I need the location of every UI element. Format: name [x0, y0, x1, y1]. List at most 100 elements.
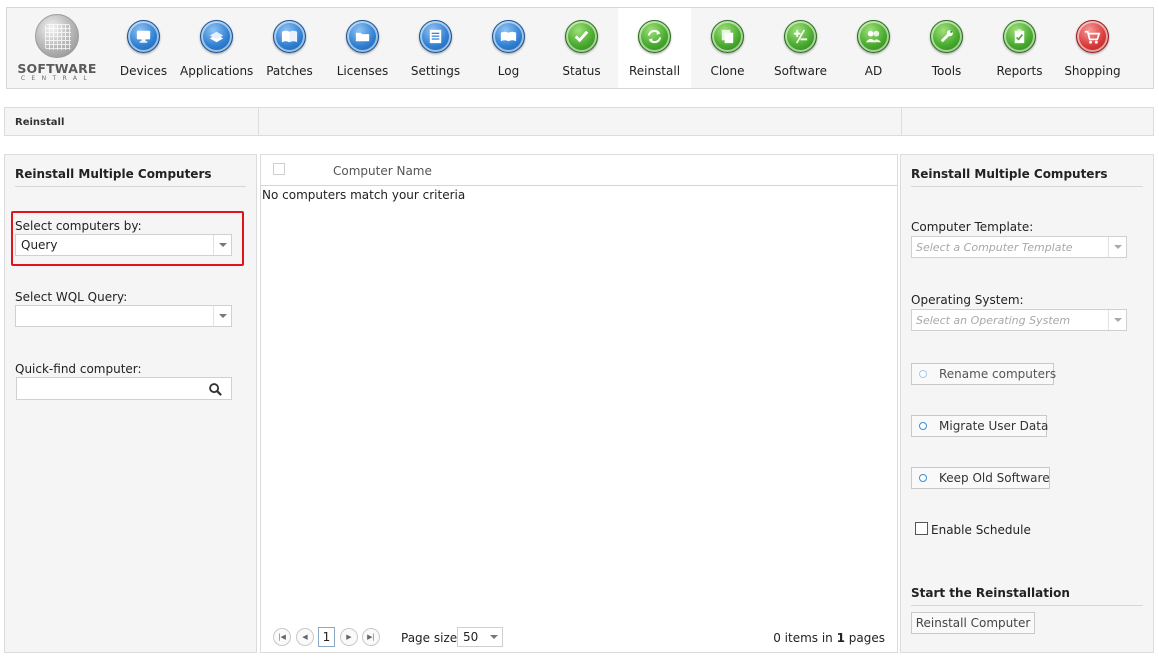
current-page[interactable]: 1 [318, 627, 335, 647]
nav-reinstall[interactable]: Reinstall [618, 8, 691, 88]
checkmark-icon [565, 20, 598, 53]
next-page-icon[interactable]: ▶ [340, 628, 358, 646]
migrate-user-data-label: Migrate User Data [939, 419, 1049, 433]
software-central-logo[interactable]: SOFTWARE CENTRAL [11, 13, 103, 85]
nav-status[interactable]: Status [545, 8, 618, 88]
folder-icon [346, 20, 379, 53]
nav-label: Reinstall [628, 64, 681, 78]
monitor-icon [127, 20, 160, 53]
nav-tools[interactable]: Tools [910, 8, 983, 88]
nav-shopping[interactable]: Shopping [1056, 8, 1129, 88]
nav-label: Reports [996, 64, 1043, 78]
template-label: Computer Template: [911, 220, 1034, 234]
page-size-value: 50 [463, 630, 479, 644]
pages-text: pages [844, 631, 885, 645]
nav-licenses[interactable]: Licenses [326, 8, 399, 88]
users-icon [857, 20, 890, 53]
breadcrumb: Reinstall [4, 107, 1154, 136]
breadcrumb-current[interactable]: Reinstall [15, 117, 64, 128]
right-panel: Reinstall Multiple Computers Computer Te… [900, 154, 1154, 653]
empty-message: No computers match your criteria [262, 188, 466, 202]
chevron-down-icon[interactable] [1108, 310, 1126, 330]
nav-label: Patches [266, 64, 313, 78]
rename-computers-label: Rename computers [939, 367, 1057, 381]
first-page-icon[interactable]: |◀ [273, 628, 291, 646]
book-icon [273, 20, 306, 53]
enable-schedule-label[interactable]: Enable Schedule [931, 523, 1031, 537]
nav-label: Log [497, 64, 520, 78]
start-reinstall-title: Start the Reinstallation [911, 586, 1070, 600]
items-text: items in [780, 631, 837, 645]
nav-label: Status [562, 64, 601, 78]
select-all-checkbox[interactable] [273, 163, 285, 175]
nav-software[interactable]: Software [764, 8, 837, 88]
nav-log[interactable]: Log [472, 8, 545, 88]
grid-header: Computer Name [261, 155, 897, 186]
nav-clone[interactable]: Clone [691, 8, 764, 88]
logo-globe-icon [35, 14, 79, 58]
select-by-label: Select computers by: [15, 219, 142, 233]
main-nav: Devices Applications Patches Licenses Se… [107, 8, 1129, 88]
previous-page-icon[interactable]: ◀ [296, 628, 314, 646]
reinstall-computer-button[interactable]: Reinstall Computer [911, 612, 1035, 634]
page-size-dropdown[interactable]: 50 [457, 627, 503, 647]
left-panel: Reinstall Multiple Computers Select comp… [4, 154, 257, 653]
nav-label: Tools [931, 64, 962, 78]
settings-list-icon [419, 20, 452, 53]
rename-computers-button[interactable]: Rename computers [911, 363, 1057, 385]
keep-old-software-button[interactable]: Keep Old Software [911, 467, 1050, 489]
last-page-icon[interactable]: ▶| [362, 628, 380, 646]
chevron-down-icon[interactable] [213, 235, 231, 255]
nav-settings[interactable]: Settings [399, 8, 472, 88]
radio-icon [919, 422, 927, 430]
nav-reports[interactable]: Reports [983, 8, 1056, 88]
keep-old-software-label: Keep Old Software [939, 471, 1050, 485]
nav-label: Shopping [1064, 64, 1121, 78]
cart-icon [1076, 20, 1109, 53]
operating-system-dropdown[interactable]: Select an Operating System [911, 309, 1127, 331]
nav-devices[interactable]: Devices [107, 8, 180, 88]
computer-grid: Computer Name No computers match your cr… [260, 154, 898, 653]
wql-query-dropdown[interactable] [15, 305, 232, 327]
items-count: 0 [773, 631, 781, 645]
nav-label: Clone [710, 64, 745, 78]
nav-label: Licenses [336, 64, 389, 78]
nav-patches[interactable]: Patches [253, 8, 326, 88]
left-panel-title: Reinstall Multiple Computers [15, 167, 212, 181]
log-book-icon [492, 20, 525, 53]
radio-icon [919, 474, 927, 482]
select-by-dropdown[interactable]: Query [15, 234, 232, 256]
chevron-down-icon[interactable] [486, 628, 502, 646]
page-size-label: Page size: [401, 631, 462, 645]
quickfind-label: Quick-find computer: [15, 362, 142, 376]
computer-template-dropdown[interactable]: Select a Computer Template [911, 236, 1127, 258]
migrate-user-data-button[interactable]: Migrate User Data [911, 415, 1049, 437]
logo-subtitle: CENTRAL [20, 75, 94, 82]
pager-info: 0 items in 1 pages [773, 631, 885, 645]
quickfind-input[interactable] [16, 377, 232, 400]
grid-pager: |◀ ◀ 1 ▶ ▶| Page size: 50 0 items in 1 p… [261, 625, 897, 651]
wrench-icon [930, 20, 963, 53]
search-icon[interactable] [208, 382, 223, 397]
nav-label: Settings [410, 64, 461, 78]
column-computer-name[interactable]: Computer Name [333, 164, 432, 178]
logo-word: SOFTWARE [17, 61, 97, 76]
pages-count: 1 [836, 631, 845, 645]
template-placeholder: Select a Computer Template [916, 241, 1073, 254]
chevron-down-icon[interactable] [1108, 237, 1126, 257]
nav-label: Devices [119, 64, 168, 78]
enable-schedule-checkbox[interactable] [915, 522, 928, 535]
nav-applications[interactable]: Applications [180, 8, 253, 88]
top-navigation-bar: SOFTWARE CENTRAL Devices Applications Pa… [6, 7, 1154, 89]
os-label: Operating System: [911, 293, 1024, 307]
radio-icon [919, 370, 927, 378]
copy-icon [711, 20, 744, 53]
nav-label: Applications [180, 64, 254, 78]
clipboard-icon [1003, 20, 1036, 53]
select-by-value: Query [21, 238, 58, 252]
nav-ad[interactable]: AD [837, 8, 910, 88]
plus-minus-icon [784, 20, 817, 53]
nav-label: AD [864, 64, 883, 78]
chevron-down-icon[interactable] [213, 306, 231, 326]
applications-icon [200, 20, 233, 53]
